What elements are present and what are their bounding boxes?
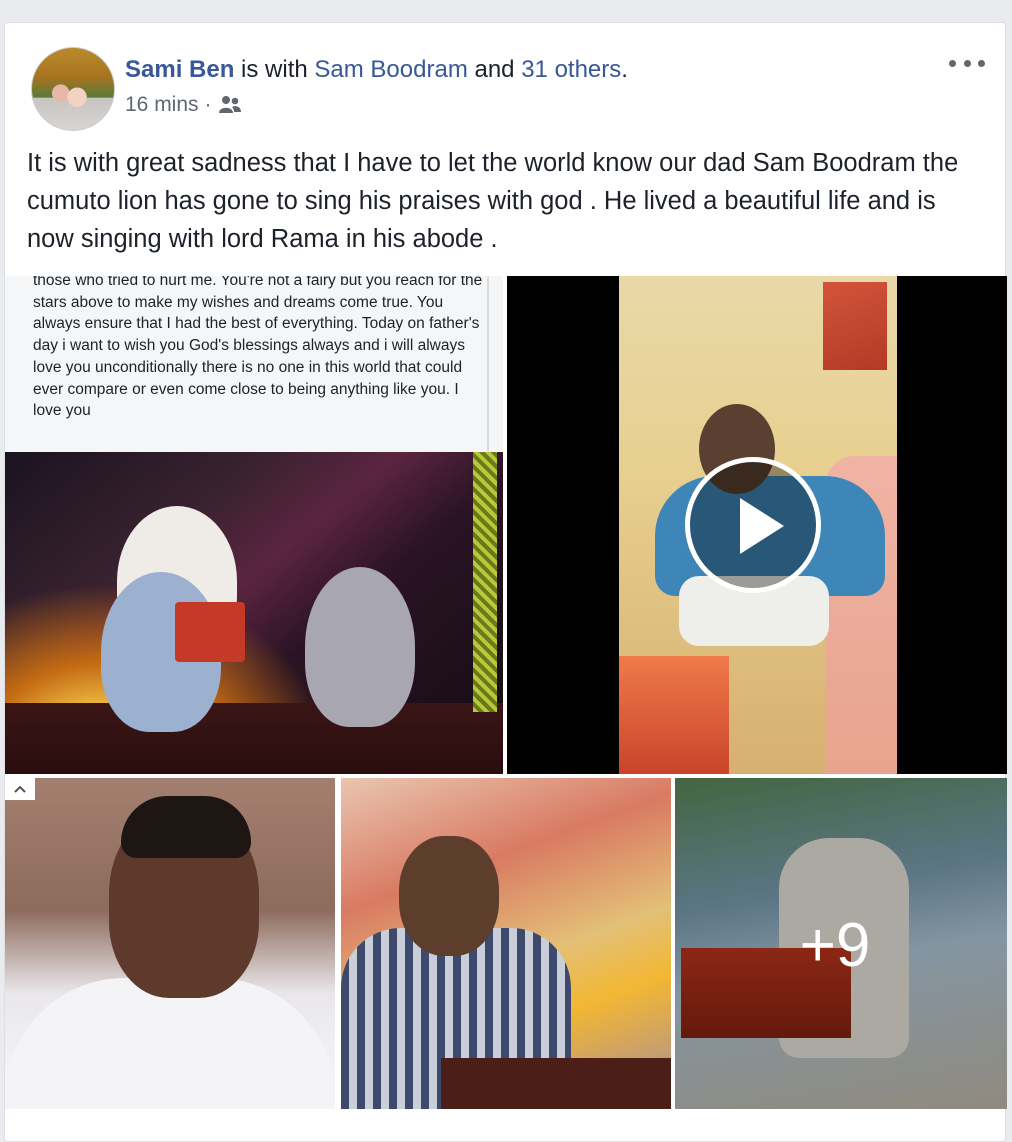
photo-singing-harmonium[interactable] [341,778,671,1109]
more-photos-count[interactable]: +9 [675,778,1007,1109]
friends-icon[interactable] [218,95,242,115]
wall-poster [823,282,887,370]
play-icon[interactable] [685,457,821,593]
post-body-text: It is with great sadness that I have to … [27,149,959,253]
post-card: Sami Ben is with Sam Boodram and 31 othe… [4,22,1007,1142]
harmonium [619,656,729,774]
stage-performer-sitting [305,567,415,727]
chevron-up-icon[interactable] [5,778,35,800]
tagged-person-link[interactable]: Sam Boodram [314,56,467,83]
header-period: . [621,56,628,83]
meta-separator: · [204,93,212,116]
photo-stage-performance[interactable]: those who tried to hurt me. You're not a… [5,276,503,774]
singer-head [399,836,499,956]
screenshot-divider [487,276,489,452]
more-photos-count-label: +9 [799,911,871,980]
post-meta: 16 mins · [125,93,242,117]
post-header: Sami Ben is with Sam Boodram and 31 othe… [125,56,628,84]
harmonium [441,1058,671,1109]
photo-more[interactable]: +9 [675,778,1007,1109]
stage-truss [473,452,497,712]
screenshot-message-text: those who tried to hurt me. You're not a… [33,276,483,420]
photo-portrait[interactable] [5,778,335,1109]
more-options-icon[interactable] [949,53,985,73]
author-avatar[interactable] [31,47,115,131]
timestamp-link[interactable]: 16 mins [125,93,199,117]
stage-harmonium [175,602,245,662]
author-name-link[interactable]: Sami Ben [125,56,234,83]
others-link[interactable]: 31 others [521,56,621,83]
stage-image [5,452,503,774]
video-thumbnail[interactable] [507,276,1007,774]
and-text: and [474,56,515,83]
is-with-text: is with [241,56,308,83]
portrait-hair [121,796,251,858]
